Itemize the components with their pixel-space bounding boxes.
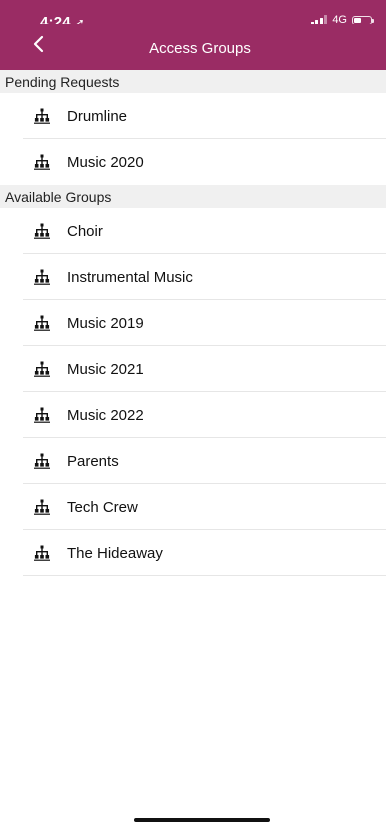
- group-tree-icon: [34, 361, 50, 377]
- back-button[interactable]: [24, 29, 54, 59]
- group-tree-icon: [34, 453, 50, 469]
- group-label: Instrumental Music: [67, 268, 193, 286]
- group-tree-icon: [34, 407, 50, 423]
- group-row[interactable]: Instrumental Music: [0, 254, 386, 300]
- group-label: The Hideaway: [67, 544, 163, 562]
- access-groups-screen: 4:24 ➚ 4G Access Groups Pending Requests D…: [0, 0, 386, 830]
- group-tree-icon: [34, 154, 50, 170]
- group-row[interactable]: Parents: [0, 438, 386, 484]
- section-header: Pending Requests: [0, 70, 386, 93]
- group-label: Tech Crew: [67, 498, 138, 516]
- group-row[interactable]: Choir: [0, 208, 386, 254]
- group-label: Parents: [67, 452, 119, 470]
- group-tree-icon: [34, 315, 50, 331]
- group-label: Music 2022: [67, 406, 144, 424]
- group-row[interactable]: Music 2019: [0, 300, 386, 346]
- group-label: Music 2020: [67, 153, 144, 171]
- page-title: Access Groups: [149, 39, 251, 57]
- group-row[interactable]: Music 2021: [0, 346, 386, 392]
- group-tree-icon: [34, 223, 50, 239]
- group-label: Choir: [67, 222, 103, 240]
- groups-list: Pending Requests Drumline Music 2020 Availa…: [0, 70, 386, 576]
- group-row[interactable]: Tech Crew: [0, 484, 386, 530]
- group-row[interactable]: Music 2022: [0, 392, 386, 438]
- group-row[interactable]: The Hideaway: [0, 530, 386, 576]
- group-tree-icon: [34, 499, 50, 515]
- group-tree-icon: [34, 545, 50, 561]
- group-row[interactable]: Drumline: [0, 93, 386, 139]
- group-row[interactable]: Music 2020: [0, 139, 386, 185]
- navigation-bar: Access Groups: [0, 24, 386, 70]
- chevron-left-icon: [33, 35, 44, 53]
- group-tree-icon: [34, 108, 50, 124]
- group-label: Drumline: [67, 107, 128, 125]
- home-indicator[interactable]: [134, 818, 270, 822]
- group-label: Music 2019: [67, 314, 144, 332]
- group-tree-icon: [34, 269, 50, 285]
- group-label: Music 2021: [67, 360, 144, 378]
- section-header: Available Groups: [0, 185, 386, 208]
